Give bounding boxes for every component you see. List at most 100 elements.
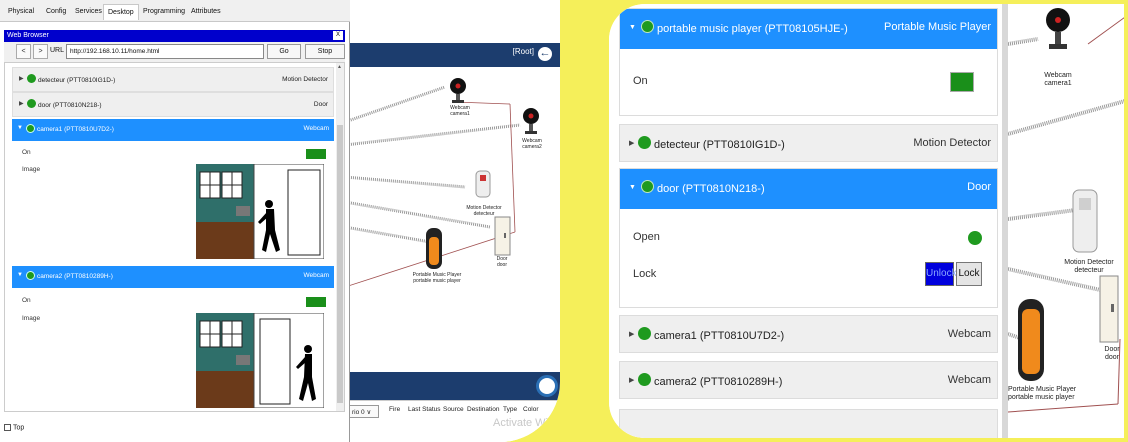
tab-attributes[interactable]: Attributes [187, 4, 225, 20]
col-source: Source [443, 406, 464, 413]
device-card-camera2: ▼ camera2 (PTT0810289H-) Webcam On Image [12, 266, 334, 411]
screenshot-root: [Root] ← Webcam camera1 Webcam camera2 M… [0, 0, 1128, 442]
lock-label: Lock [633, 268, 657, 280]
device-name: camera1 (PTT0810U7D2-) [654, 330, 785, 342]
webcam-image [196, 313, 324, 408]
device-type: Portable Music Player [884, 21, 991, 33]
lock-button[interactable]: Lock [956, 262, 982, 286]
tab-services[interactable]: Services [71, 4, 106, 20]
device-type: Door [313, 101, 328, 108]
music-label: Portable Music Player portable music pla… [1008, 386, 1077, 401]
on-toggle[interactable] [950, 72, 974, 92]
device-row-camera1[interactable]: ▶ camera1 (PTT0810U7D2-) Webcam [619, 315, 998, 353]
on-toggle[interactable] [306, 297, 326, 307]
scrollbar[interactable]: ▲ [336, 63, 344, 411]
device-type: Webcam [947, 374, 991, 386]
device-card-header[interactable]: ▼ camera1 (PTT0810U7D2-) Webcam [12, 119, 334, 141]
webcam-camera1-icon[interactable] [450, 78, 466, 103]
close-button[interactable]: X [333, 31, 343, 40]
music-player-icon[interactable] [1018, 299, 1044, 381]
scrollbar-thumb[interactable] [337, 125, 343, 403]
tab-programming[interactable]: Programming [139, 4, 189, 20]
door-icon[interactable] [494, 216, 511, 256]
scenario-select[interactable]: rio 0 ∨ [349, 405, 379, 418]
workspace-canvas[interactable]: Webcam camera1 Motion Detector detecteur… [1007, 4, 1124, 438]
scenario-value: rio 0 [352, 409, 365, 416]
on-toggle[interactable] [306, 149, 326, 159]
motion-label: Motion Detector detecteur [1064, 259, 1114, 274]
tab-config[interactable]: Config [42, 4, 70, 20]
webcam1-label: Webcam camera1 [450, 105, 470, 117]
left-panel: [Root] ← Webcam camera1 Webcam camera2 M… [0, 0, 560, 442]
on-label: On [22, 297, 31, 304]
open-label: Open [633, 231, 660, 243]
url-input[interactable] [66, 44, 264, 59]
back-arrow-icon[interactable]: ← [536, 45, 554, 63]
device-card-header[interactable]: ▼ door (PTT0810N218-) Door [620, 169, 997, 209]
forward-button[interactable]: > [33, 44, 48, 59]
scroll-up-icon[interactable]: ▲ [337, 64, 342, 70]
door-icon[interactable] [1099, 275, 1119, 343]
device-type: Webcam [947, 328, 991, 340]
device-name: camera2 (PTT0810289H-) [654, 376, 783, 388]
device-name: door (PTT0810N218-) [38, 102, 102, 109]
open-status-indicator [968, 231, 982, 245]
right-panel: ▼ portable music player (PTT08105HJE-) P… [605, 0, 1128, 442]
chevron-down-icon: ▼ [629, 24, 636, 31]
chevron-down-icon: ▼ [17, 272, 23, 278]
device-card-header[interactable]: ▼ portable music player (PTT08105HJE-) P… [620, 9, 997, 49]
status-dot-icon [27, 74, 36, 83]
chevron-right-icon: ▶ [19, 76, 24, 82]
top-checkbox[interactable]: Top [4, 424, 24, 431]
status-dot-icon [638, 136, 651, 149]
device-type: Motion Detector [913, 137, 991, 149]
device-type: Webcam [303, 272, 329, 279]
status-dot-icon [641, 20, 654, 33]
device-row-detecteur[interactable]: ▶ detecteur (PTT0810IG1D-) Motion Detect… [619, 124, 998, 162]
music-player-icon[interactable] [426, 228, 442, 269]
device-row-door[interactable]: ▶ door (PTT0810N218-) Door [12, 92, 334, 117]
iot-device-list: ▼ portable music player (PTT08105HJE-) P… [609, 4, 1002, 438]
activate-watermark: Activate Wi [493, 417, 549, 429]
device-row-detecteur[interactable]: ▶ detecteur (PTT0810IG1D-) Motion Detect… [12, 67, 334, 92]
device-row-camera2[interactable]: ▶ camera2 (PTT0810289H-) Webcam [619, 361, 998, 399]
motion-detector-icon[interactable] [475, 170, 491, 198]
web-browser-title: Web Browser [7, 32, 49, 39]
status-dot-icon [638, 373, 651, 386]
device-type: Motion Detector [282, 76, 328, 83]
webcam2-label: Webcam camera2 [522, 138, 542, 150]
tab-physical[interactable]: Physical [4, 4, 38, 20]
root-label[interactable]: [Root] [513, 47, 534, 56]
unlock-button[interactable]: Unlock [925, 262, 957, 286]
device-card-music-player: ▼ portable music player (PTT08105HJE-) P… [619, 8, 998, 116]
status-dot-icon [26, 124, 35, 133]
url-bar: < > URL Go Stop [4, 42, 345, 62]
device-row-partial [619, 409, 998, 438]
back-button[interactable]: < [16, 44, 31, 59]
stop-button[interactable]: Stop [305, 44, 345, 59]
on-label: On [22, 149, 31, 156]
top-checkbox-label: Top [13, 424, 25, 432]
motion-label: Motion Detector detecteur [466, 205, 502, 217]
device-name: detecteur (PTT0810IG1D-) [654, 139, 785, 151]
music-label: Portable Music Player portable music pla… [412, 272, 462, 284]
device-name: camera2 (PTT0810289H-) [37, 273, 113, 280]
status-dot-icon [638, 327, 651, 340]
chevron-right-icon: ▶ [629, 331, 635, 338]
col-last-status: Last Status [408, 406, 441, 413]
webcam-camera2-icon[interactable] [523, 108, 539, 134]
go-button[interactable]: Go [267, 44, 301, 59]
device-card-header[interactable]: ▼ camera2 (PTT0810289H-) Webcam [12, 266, 334, 288]
device-name: door (PTT0810N218-) [657, 183, 765, 195]
webcam-icon[interactable] [1046, 8, 1070, 49]
image-label: Image [22, 315, 41, 322]
tab-desktop[interactable]: Desktop [103, 4, 139, 20]
browser-content: ▲ ▶ detecteur (PTT0810IG1D-) Motion Dete… [4, 62, 345, 412]
realtime-mode-icon[interactable] [536, 375, 558, 397]
motion-detector-icon[interactable] [1072, 189, 1098, 253]
device-name: portable music player (PTT08105HJE-) [657, 23, 848, 35]
on-label: On [633, 75, 648, 87]
web-browser-titlebar: Web Browser X [4, 30, 345, 42]
col-type: Type [503, 406, 518, 413]
device-name: detecteur (PTT0810IG1D-) [38, 77, 116, 84]
